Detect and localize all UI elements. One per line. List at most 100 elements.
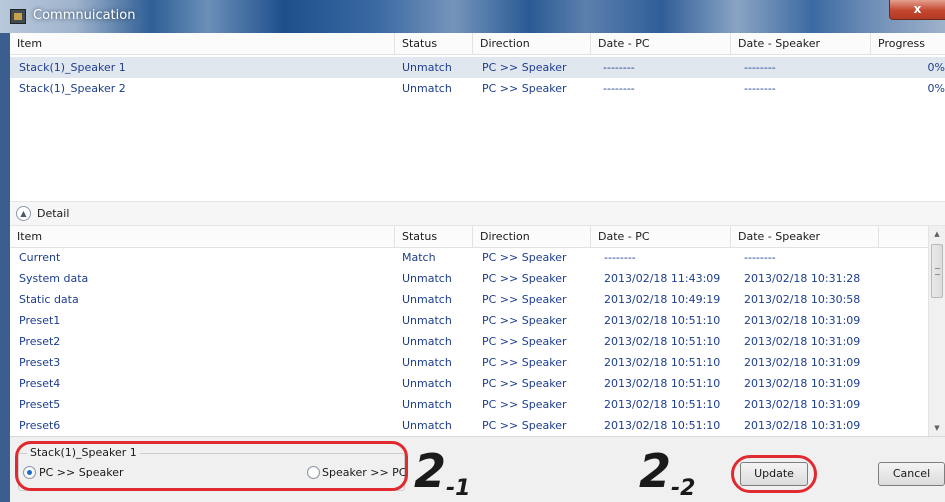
row-item: Static data bbox=[19, 293, 79, 306]
row-direction: PC >> Speaker bbox=[482, 272, 567, 285]
row-date-speaker: -------- bbox=[744, 61, 776, 74]
speaker-row[interactable]: Stack(1)_Speaker 2 Unmatch PC >> Speaker… bbox=[10, 78, 945, 99]
row-item: Current bbox=[19, 251, 61, 264]
row-date-speaker: 2013/02/18 10:31:09 bbox=[744, 356, 861, 369]
detail-row[interactable]: Static data Unmatch PC >> Speaker 2013/0… bbox=[10, 289, 945, 310]
speaker-row[interactable]: Stack(1)_Speaker 1 Unmatch PC >> Speaker… bbox=[10, 57, 945, 78]
column-header-date-speaker[interactable]: Date - Speaker bbox=[731, 226, 879, 247]
row-item: Stack(1)_Speaker 2 bbox=[19, 82, 126, 95]
callout-2-number: 2 bbox=[639, 444, 672, 498]
row-item: Preset2 bbox=[19, 335, 61, 348]
row-date-pc: -------- bbox=[603, 61, 635, 74]
annotation-ring-options bbox=[15, 441, 408, 491]
row-progress: 0% bbox=[927, 61, 945, 74]
row-status: Unmatch bbox=[402, 419, 452, 432]
title-bar: Commnuication x bbox=[0, 0, 945, 33]
row-date-pc: 2013/02/18 10:51:10 bbox=[604, 419, 721, 432]
detail-list-header: Item Status Direction Date - PC Date - S… bbox=[10, 226, 945, 248]
cancel-button[interactable]: Cancel bbox=[878, 462, 945, 486]
scroll-down-icon[interactable]: ▼ bbox=[929, 420, 945, 436]
row-date-pc: 2013/02/18 11:43:09 bbox=[604, 272, 721, 285]
row-status: Unmatch bbox=[402, 272, 452, 285]
app-icon bbox=[10, 9, 26, 24]
row-date-pc: 2013/02/18 10:51:10 bbox=[604, 314, 721, 327]
detail-row[interactable]: Current Match PC >> Speaker -------- ---… bbox=[10, 247, 945, 268]
row-date-pc: 2013/02/18 10:51:10 bbox=[604, 377, 721, 390]
window-frame bbox=[0, 33, 10, 502]
window-title: Commnuication bbox=[33, 8, 136, 23]
callout-1-suffix: -1 bbox=[446, 476, 471, 501]
row-direction: PC >> Speaker bbox=[482, 419, 567, 432]
row-date-pc: -------- bbox=[604, 251, 636, 264]
callout-2-suffix: -2 bbox=[671, 476, 696, 501]
row-direction: PC >> Speaker bbox=[482, 82, 567, 95]
row-direction: PC >> Speaker bbox=[482, 314, 567, 327]
column-header-item[interactable]: Item bbox=[10, 33, 395, 54]
row-direction: PC >> Speaker bbox=[482, 61, 567, 74]
close-button[interactable]: x bbox=[889, 0, 945, 20]
column-header-direction[interactable]: Direction bbox=[473, 33, 591, 54]
speaker-list-header: Item Status Direction Date - PC Date - S… bbox=[10, 33, 945, 55]
column-header-status[interactable]: Status bbox=[395, 33, 473, 54]
callout-1-number: 2 bbox=[414, 444, 447, 498]
row-item: Preset1 bbox=[19, 314, 61, 327]
column-header-progress[interactable]: Progress bbox=[871, 33, 945, 54]
row-direction: PC >> Speaker bbox=[482, 398, 567, 411]
row-item: Stack(1)_Speaker 1 bbox=[19, 61, 126, 74]
row-item: System data bbox=[19, 272, 89, 285]
detail-row[interactable]: Preset1 Unmatch PC >> Speaker 2013/02/18… bbox=[10, 310, 945, 331]
annotation-ring-update bbox=[731, 455, 817, 493]
row-status: Match bbox=[402, 251, 436, 264]
column-header-status[interactable]: Status bbox=[395, 226, 473, 247]
row-status: Unmatch bbox=[402, 314, 452, 327]
row-item: Preset4 bbox=[19, 377, 61, 390]
detail-row[interactable]: Preset5 Unmatch PC >> Speaker 2013/02/18… bbox=[10, 394, 945, 415]
row-direction: PC >> Speaker bbox=[482, 335, 567, 348]
detail-row[interactable]: Preset6 Unmatch PC >> Speaker 2013/02/18… bbox=[10, 415, 945, 436]
row-item: Preset3 bbox=[19, 356, 61, 369]
column-header-item[interactable]: Item bbox=[10, 226, 395, 247]
row-direction: PC >> Speaker bbox=[482, 377, 567, 390]
row-direction: PC >> Speaker bbox=[482, 293, 567, 306]
row-date-speaker: 2013/02/18 10:30:58 bbox=[744, 293, 861, 306]
row-date-pc: 2013/02/18 10:51:10 bbox=[604, 398, 721, 411]
chevron-up-icon[interactable]: ▲ bbox=[16, 206, 31, 221]
row-status: Unmatch bbox=[402, 377, 452, 390]
column-header-date-pc[interactable]: Date - PC bbox=[591, 33, 731, 54]
row-date-speaker: 2013/02/18 10:31:09 bbox=[744, 314, 861, 327]
detail-row[interactable]: Preset3 Unmatch PC >> Speaker 2013/02/18… bbox=[10, 352, 945, 373]
detail-row[interactable]: Preset4 Unmatch PC >> Speaker 2013/02/18… bbox=[10, 373, 945, 394]
row-status: Unmatch bbox=[402, 293, 452, 306]
row-date-speaker: 2013/02/18 10:31:09 bbox=[744, 377, 861, 390]
detail-separator bbox=[10, 201, 945, 226]
row-status: Unmatch bbox=[402, 356, 452, 369]
scroll-up-icon[interactable]: ▲ bbox=[929, 226, 945, 242]
column-header-date-speaker[interactable]: Date - Speaker bbox=[731, 33, 871, 54]
detail-label[interactable]: Detail bbox=[37, 206, 69, 221]
row-date-pc: 2013/02/18 10:51:10 bbox=[604, 335, 721, 348]
row-item: Preset5 bbox=[19, 398, 61, 411]
row-progress: 0% bbox=[927, 82, 945, 95]
row-status: Unmatch bbox=[402, 82, 452, 95]
detail-scrollbar[interactable]: ▲ ▼ bbox=[928, 226, 945, 436]
row-status: Unmatch bbox=[402, 61, 452, 74]
row-date-pc: 2013/02/18 10:51:10 bbox=[604, 356, 721, 369]
scroll-thumb[interactable] bbox=[931, 244, 943, 298]
row-item: Preset6 bbox=[19, 419, 61, 432]
row-date-pc: 2013/02/18 10:49:19 bbox=[604, 293, 721, 306]
row-date-speaker: 2013/02/18 10:31:09 bbox=[744, 335, 861, 348]
detail-row[interactable]: System data Unmatch PC >> Speaker 2013/0… bbox=[10, 268, 945, 289]
row-date-speaker: 2013/02/18 10:31:09 bbox=[744, 398, 861, 411]
row-direction: PC >> Speaker bbox=[482, 251, 567, 264]
row-date-speaker: -------- bbox=[744, 251, 776, 264]
row-date-speaker: -------- bbox=[744, 82, 776, 95]
row-status: Unmatch bbox=[402, 335, 452, 348]
column-header-date-pc[interactable]: Date - PC bbox=[591, 226, 731, 247]
row-date-pc: -------- bbox=[603, 82, 635, 95]
row-direction: PC >> Speaker bbox=[482, 356, 567, 369]
row-date-speaker: 2013/02/18 10:31:09 bbox=[744, 419, 861, 432]
detail-row[interactable]: Preset2 Unmatch PC >> Speaker 2013/02/18… bbox=[10, 331, 945, 352]
row-date-speaker: 2013/02/18 10:31:28 bbox=[744, 272, 861, 285]
row-status: Unmatch bbox=[402, 398, 452, 411]
column-header-direction[interactable]: Direction bbox=[473, 226, 591, 247]
